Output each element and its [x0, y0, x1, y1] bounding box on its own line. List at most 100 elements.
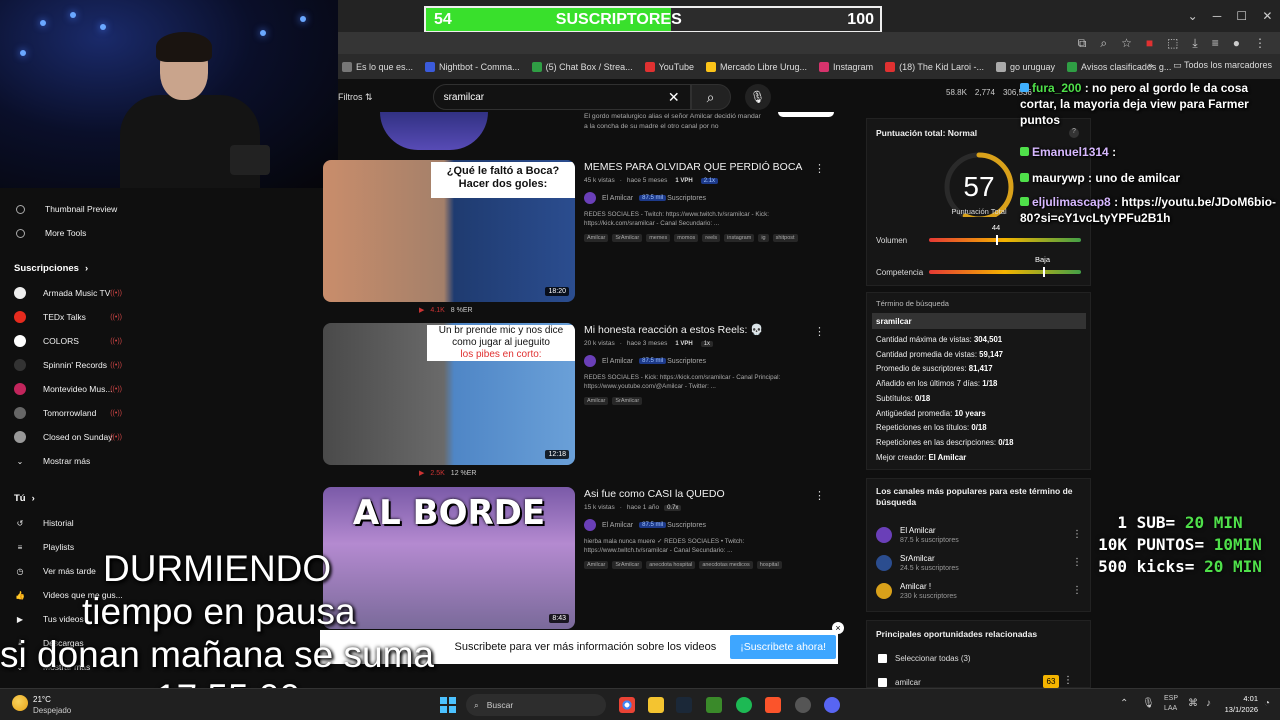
install-icon[interactable]: ⧉	[1078, 36, 1087, 51]
video-channel[interactable]: El Amilcar 87.5 mil Suscriptores	[584, 519, 824, 531]
video-tag[interactable]: Amilcar	[584, 397, 609, 405]
bookmark-item[interactable]: Avisos clasificados g...	[1067, 61, 1171, 72]
video-tag[interactable]: hospital	[756, 561, 782, 569]
sidebar-tool-item[interactable]: More Tools	[14, 228, 138, 238]
tab-search-icon[interactable]: ≡	[1212, 36, 1219, 50]
sidebar-tool-item[interactable]: Thumbnail Preview	[14, 204, 138, 214]
show-more-subs[interactable]: ⌄ Mostrar más	[14, 455, 138, 467]
more-options-icon[interactable]: ⋮	[814, 162, 825, 175]
bookmark-item[interactable]: go uruguay	[995, 61, 1055, 72]
weather-icon[interactable]	[12, 695, 28, 711]
bookmark-item[interactable]: (5) Chat Box / Strea...	[531, 61, 633, 72]
video-channel[interactable]: El Amilcar 87.5 mil Suscriptores	[584, 192, 824, 204]
video-thumbnail[interactable]: Un br prende mic y nos dice como jugar a…	[323, 323, 575, 465]
clock-time[interactable]: 4:01	[1222, 694, 1258, 703]
maximize-icon[interactable]: ☐	[1236, 9, 1247, 23]
sidebar-subscription-item[interactable]: Tomorrowland ((•))	[14, 407, 138, 419]
select-all-checkbox[interactable]	[878, 654, 887, 663]
mic-tray-icon[interactable]: 🎙	[1142, 698, 1155, 709]
profile-avatar[interactable]: ●	[1233, 36, 1240, 50]
popular-channel-row[interactable]: El Amilcar 87.5 k suscriptores ⋮	[876, 523, 1086, 551]
lang-layout[interactable]: LAA	[1164, 705, 1177, 712]
bookmark-item[interactable]: Mercado Libre Urug...	[706, 61, 807, 72]
discord-icon[interactable]	[824, 697, 840, 713]
video-tag[interactable]: Amilcar	[584, 234, 609, 242]
volume-icon[interactable]: ♪	[1206, 698, 1211, 709]
video-tag[interactable]: instagram	[724, 234, 755, 242]
video-tag[interactable]: momos	[674, 234, 699, 242]
video-tag[interactable]: Amilcar	[584, 561, 609, 569]
clock-date[interactable]: 13/1/2026	[1212, 705, 1258, 714]
subscriptions-heading[interactable]: Suscripciones ›	[14, 263, 88, 274]
opportunity-checkbox[interactable]	[878, 678, 887, 687]
video-thumbnail[interactable]: AL BORDE 8:43	[323, 487, 575, 629]
video-channel[interactable]: El Amilcar 87.5 mil Suscriptores	[584, 355, 824, 367]
video-tag[interactable]: anecdota hospital	[646, 561, 696, 569]
steam-icon[interactable]	[676, 697, 692, 713]
more-options-icon[interactable]: ⋮	[1072, 585, 1082, 596]
network-icon[interactable]: ⌘	[1188, 698, 1198, 709]
partial-button[interactable]	[778, 112, 834, 117]
more-options-icon[interactable]: ⋮	[814, 325, 825, 338]
file-explorer-icon[interactable]	[648, 697, 664, 713]
banner-close-icon[interactable]: ×	[832, 622, 844, 634]
video-tag[interactable]: SrAmilcar	[612, 234, 643, 242]
search-button[interactable]: ⌕	[690, 84, 731, 110]
more-options-icon[interactable]: ⋮	[814, 489, 825, 502]
bookmark-item[interactable]: Nightbot - Comma...	[425, 61, 520, 72]
subscribe-now-button[interactable]: ¡Suscribete ahora!	[730, 635, 836, 659]
bookmark-item[interactable]: Es lo que es...	[342, 61, 413, 72]
lang-code[interactable]: ESP	[1164, 695, 1178, 702]
extension-icon[interactable]: ■	[1146, 36, 1153, 50]
sidebar-subscription-item[interactable]: Spinnin' Records ((•))	[14, 359, 138, 371]
sidebar-subscription-item[interactable]: COLORS ((•))	[14, 335, 138, 347]
minecraft-icon[interactable]	[706, 697, 722, 713]
sidebar-subscription-item[interactable]: Closed on Sunday ((•))	[14, 431, 138, 443]
opportunity-menu-icon[interactable]: ⋮	[1063, 675, 1073, 686]
brave-icon[interactable]	[765, 697, 781, 713]
clear-search-icon[interactable]: ✕	[668, 89, 680, 106]
zoom-icon[interactable]: ⌕	[1100, 36, 1107, 51]
spotify-icon[interactable]	[736, 697, 752, 713]
dropdown-icon[interactable]: ⌄	[1188, 9, 1198, 23]
sidebar-subscription-item[interactable]: Armada Music TV ((•))	[14, 287, 138, 299]
chrome-icon[interactable]	[619, 697, 635, 713]
bookmarks-overflow[interactable]: »	[1148, 60, 1153, 70]
menu-icon[interactable]: ⋮	[1254, 36, 1266, 50]
download-icon[interactable]: ⤓	[1192, 36, 1197, 51]
obs-icon[interactable]	[795, 697, 811, 713]
bookmark-item[interactable]: (18) The Kid Laroi -...	[885, 61, 984, 72]
you-heading[interactable]: Tú ›	[14, 493, 35, 504]
bookmark-item[interactable]: Instagram	[819, 61, 873, 72]
video-tag[interactable]: ig	[758, 234, 769, 242]
star-icon[interactable]: ☆	[1121, 36, 1132, 50]
start-button[interactable]	[440, 697, 456, 713]
partial-thumbnail[interactable]	[380, 112, 488, 150]
minimize-icon[interactable]: ─	[1213, 9, 1222, 23]
video-tag[interactable]: memes	[646, 234, 671, 242]
sidebar-subscription-item[interactable]: TEDx Talks ((•))	[14, 311, 138, 323]
voice-search-button[interactable]: 🎙	[744, 84, 771, 110]
tray-chevron-icon[interactable]: ⌃	[1120, 698, 1128, 709]
video-tag[interactable]: reels	[702, 234, 721, 242]
notifications-icon[interactable]: ◔	[1264, 698, 1270, 709]
popular-channel-row[interactable]: SrAmilcar 24.5 k suscriptores ⋮	[876, 551, 1086, 579]
video-title[interactable]: Asi fue como CASI la QUEDO	[584, 487, 824, 501]
video-thumbnail[interactable]: ¿Qué le faltó a Boca? Hacer dos goles: 18…	[323, 160, 575, 302]
filters-button[interactable]: Filtros ⇅	[338, 92, 373, 103]
bookmark-item[interactable]: YouTube	[644, 61, 694, 72]
sidebar-subscription-item[interactable]: Montevideo Mus... ((•))	[14, 383, 138, 395]
taskbar-search[interactable]: ⌕ Buscar	[466, 694, 606, 716]
video-tag[interactable]: SrAmilcar	[612, 561, 643, 569]
video-title[interactable]: Mi honesta reacción a estos Reels: 💀	[584, 323, 824, 337]
search-input[interactable]: sramilcar ✕	[432, 84, 691, 110]
close-icon[interactable]: ✕	[1262, 9, 1272, 23]
video-tag[interactable]: SrAmilcar	[612, 397, 643, 405]
sidebar-you-item[interactable]: ↺ Historial	[14, 517, 138, 529]
video-tag[interactable]: anecdotas medicos	[699, 561, 753, 569]
all-bookmarks-link[interactable]: ▭ Todos los marcadores	[1173, 60, 1272, 71]
puzzle-icon[interactable]: ⬚	[1167, 36, 1178, 50]
popular-channel-row[interactable]: Amilcar ! 230 k suscriptores ⋮	[876, 579, 1086, 607]
video-tag[interactable]: shitpost	[772, 234, 798, 242]
video-title[interactable]: MEMES PARA OLVIDAR QUE PERDIÓ BOCA	[584, 160, 824, 174]
